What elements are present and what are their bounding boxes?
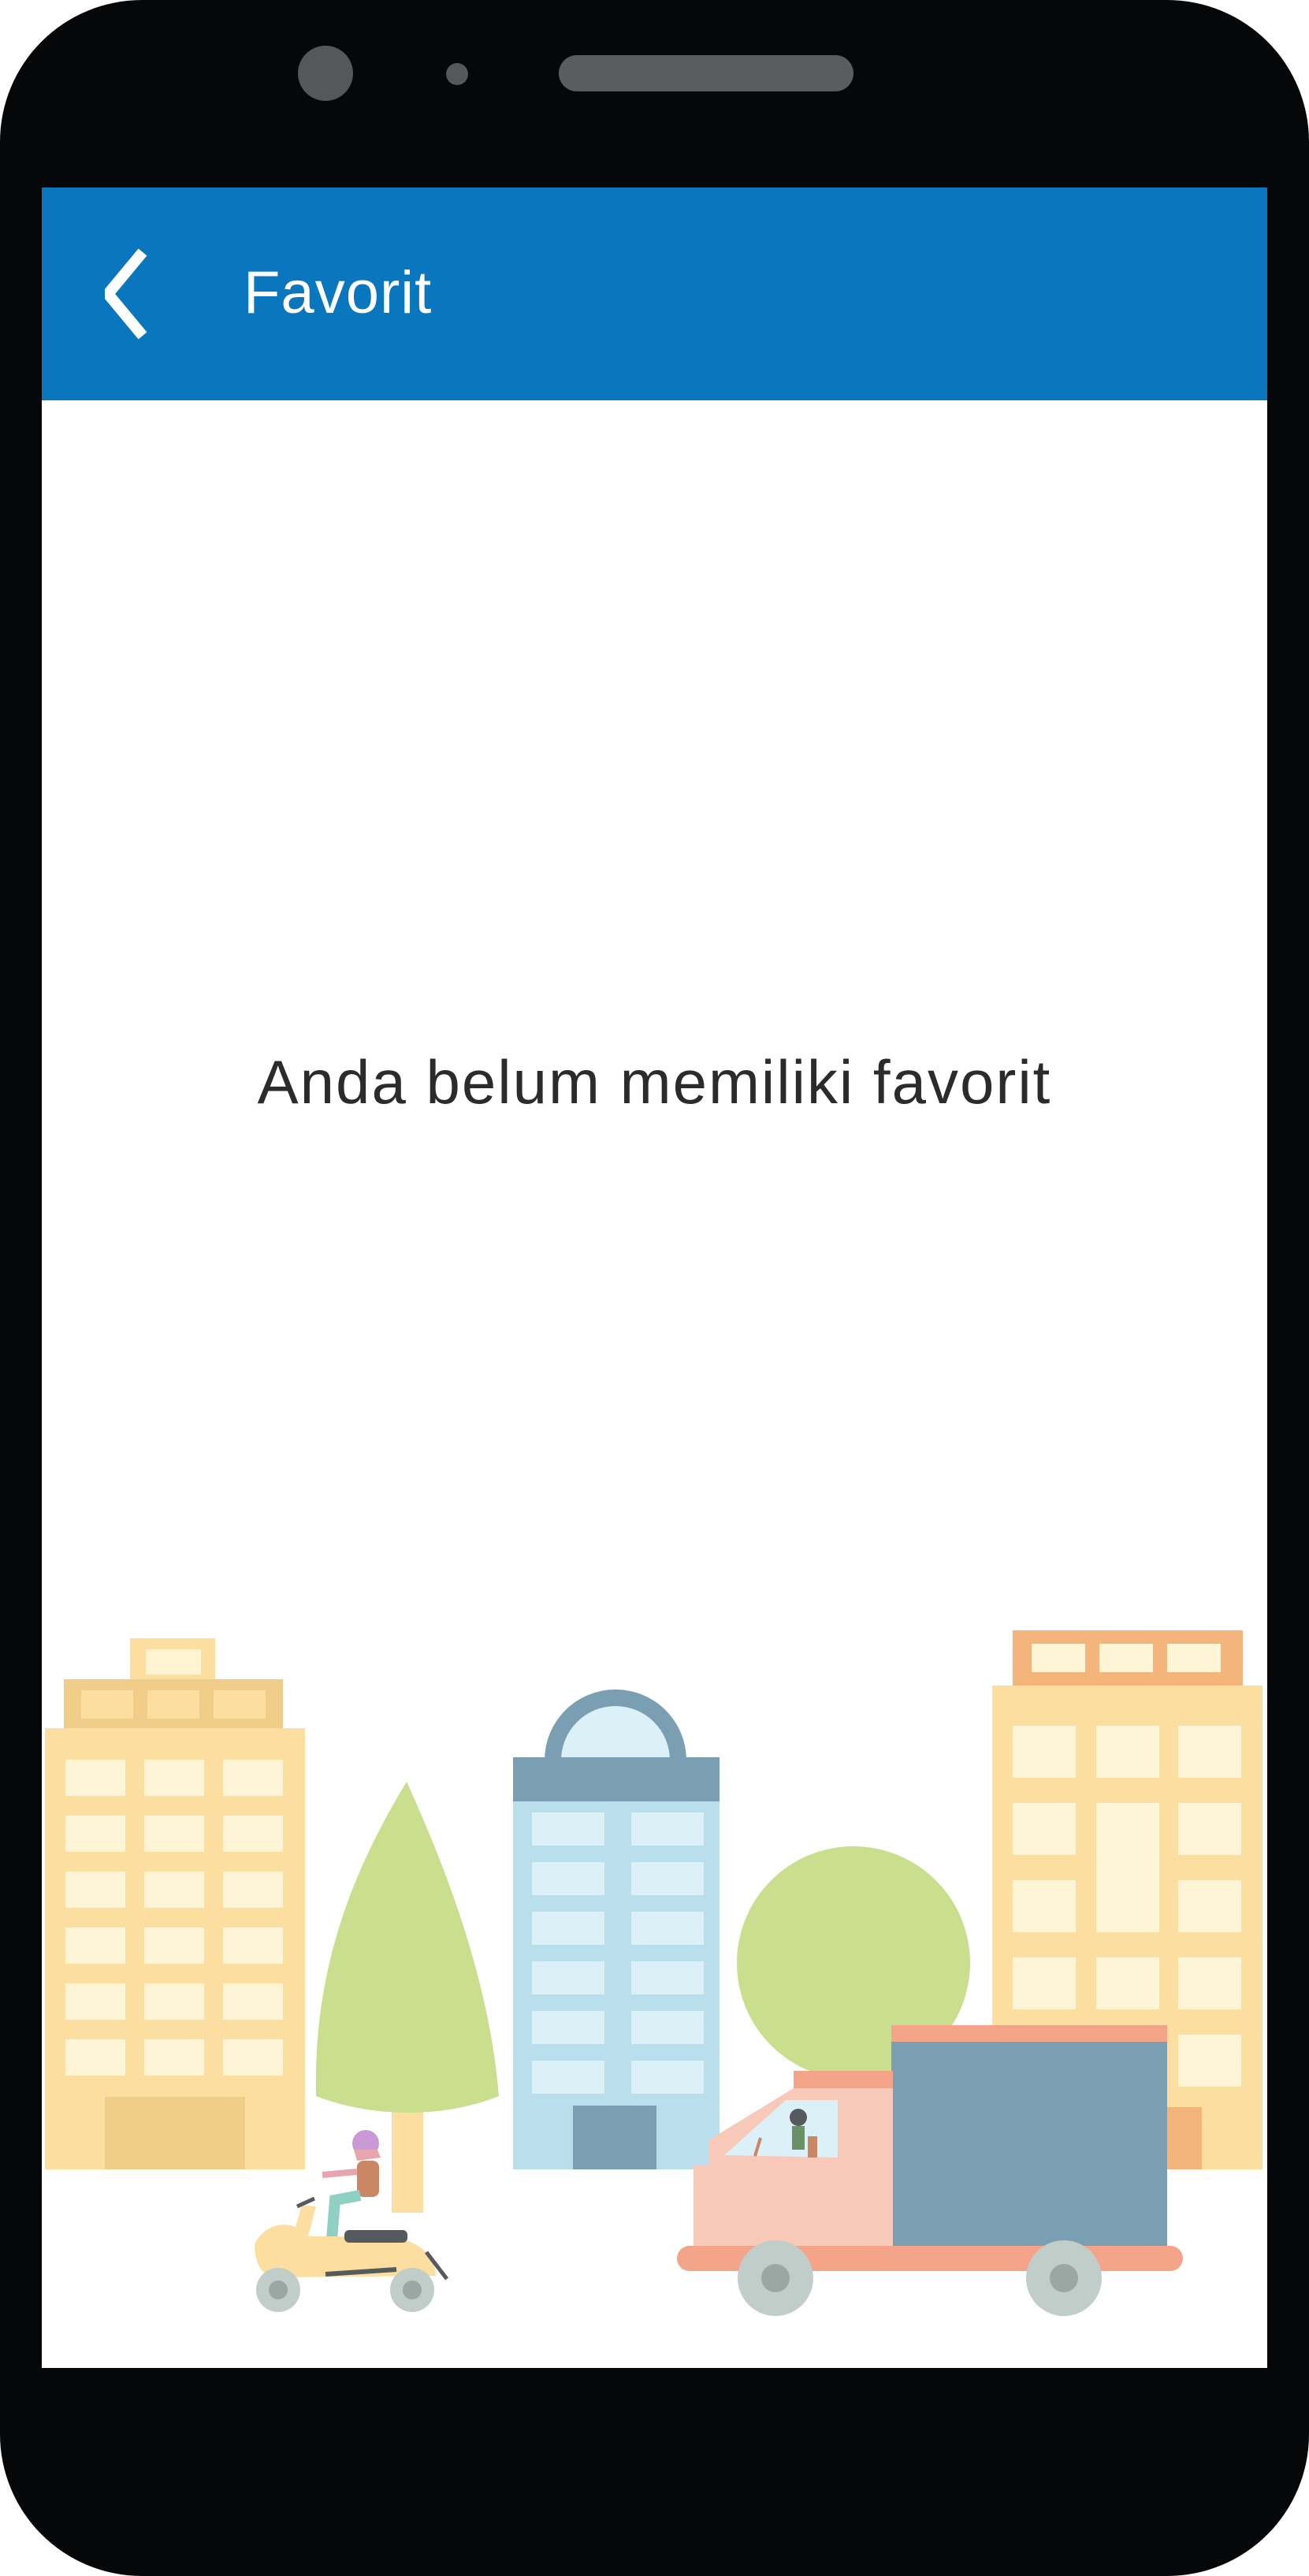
proximity-sensor	[446, 63, 468, 85]
delivery-truck	[677, 2025, 1183, 2316]
cone-tree	[315, 1782, 499, 2213]
chevron-left-icon	[100, 248, 147, 340]
back-button[interactable]	[100, 244, 176, 344]
front-camera	[298, 46, 353, 101]
earpiece-speaker	[559, 55, 853, 91]
app-bar: Favorit	[42, 188, 1267, 400]
phone-frame: Favorit Anda belum memiliki favorit	[0, 0, 1309, 2576]
city-street-illustration	[45, 1630, 1263, 2316]
page-title: Favorit	[244, 259, 433, 326]
empty-state-message: Anda belum memiliki favorit	[257, 1047, 1052, 1117]
left-building	[45, 1638, 305, 2169]
middle-building	[513, 1689, 720, 2169]
app-screen: Favorit Anda belum memiliki favorit	[42, 188, 1267, 2368]
